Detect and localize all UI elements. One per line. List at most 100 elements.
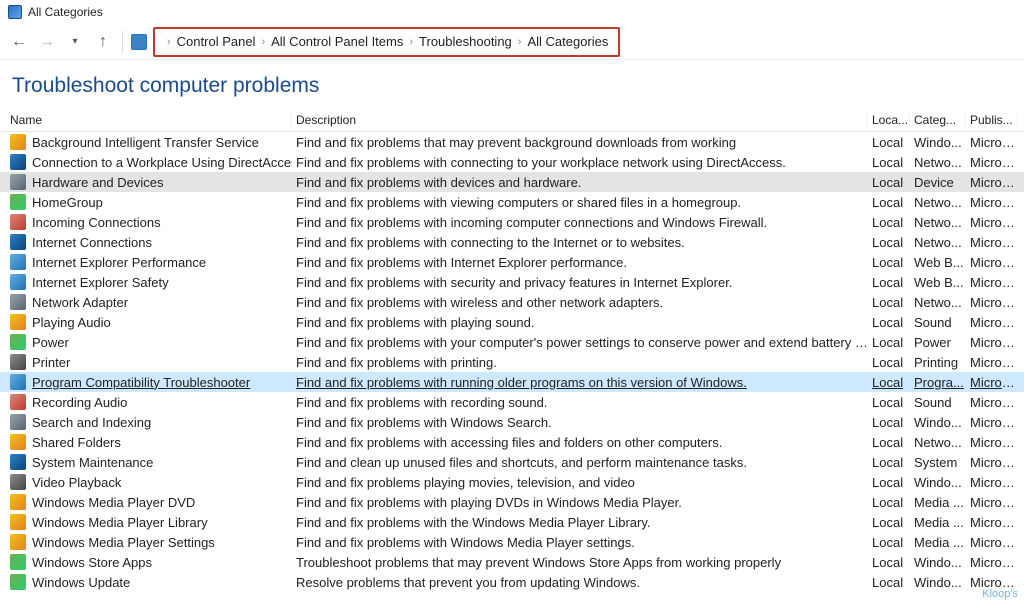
item-publisher: Micros...: [966, 215, 1018, 230]
item-name: Incoming Connections: [32, 215, 161, 230]
list-item[interactable]: Internet ConnectionsFind and fix problem…: [0, 232, 1024, 252]
item-description: Find and fix problems that may prevent b…: [292, 135, 868, 150]
item-category: Web B...: [910, 275, 966, 290]
item-publisher: Micros...: [966, 235, 1018, 250]
item-category: Netwo...: [910, 215, 966, 230]
item-icon: [10, 454, 26, 470]
list-item[interactable]: Windows UpdateResolve problems that prev…: [0, 572, 1024, 592]
app-icon: [8, 5, 22, 19]
col-publisher[interactable]: Publis...: [966, 113, 1018, 127]
breadcrumb-segment[interactable]: All Control Panel Items: [271, 34, 403, 49]
separator: [122, 31, 123, 53]
item-location: Local: [868, 295, 910, 310]
item-category: Netwo...: [910, 155, 966, 170]
item-publisher: Micros...: [966, 395, 1018, 410]
item-description: Find and fix problems with running older…: [292, 375, 868, 390]
troubleshooter-list: Name Description Loca... Categ... Publis…: [0, 108, 1024, 592]
item-name: System Maintenance: [32, 455, 153, 470]
list-item[interactable]: System MaintenanceFind and clean up unus…: [0, 452, 1024, 472]
back-button[interactable]: ←: [8, 31, 30, 53]
item-icon: [10, 214, 26, 230]
list-item[interactable]: PowerFind and fix problems with your com…: [0, 332, 1024, 352]
item-name: Background Intelligent Transfer Service: [32, 135, 259, 150]
item-location: Local: [868, 175, 910, 190]
item-name: Power: [32, 335, 69, 350]
item-name: HomeGroup: [32, 195, 103, 210]
up-button[interactable]: ↑: [92, 31, 114, 53]
watermark: Kloop's: [982, 588, 1018, 600]
item-icon: [10, 294, 26, 310]
list-item[interactable]: Internet Explorer PerformanceFind and fi…: [0, 252, 1024, 272]
arrow-up-icon: ↑: [99, 34, 107, 50]
recent-pages-button[interactable]: ▾: [64, 31, 86, 53]
breadcrumb-segment[interactable]: All Categories: [527, 34, 608, 49]
breadcrumb-segment[interactable]: Control Panel: [177, 34, 256, 49]
item-icon: [10, 194, 26, 210]
list-item[interactable]: Incoming ConnectionsFind and fix problem…: [0, 212, 1024, 232]
item-publisher: Micros...: [966, 195, 1018, 210]
list-item[interactable]: Shared FoldersFind and fix problems with…: [0, 432, 1024, 452]
item-name: Windows Media Player Library: [32, 515, 208, 530]
breadcrumb[interactable]: › Control Panel › All Control Panel Items › T…: [153, 27, 620, 57]
forward-button: →: [36, 31, 58, 53]
item-description: Find and fix problems with the Windows M…: [292, 515, 868, 530]
address-bar-icon[interactable]: [131, 34, 147, 50]
item-icon: [10, 514, 26, 530]
item-category: Windo...: [910, 555, 966, 570]
item-name: Program Compatibility Troubleshooter: [32, 375, 250, 390]
item-category: Netwo...: [910, 435, 966, 450]
item-name: Windows Media Player DVD: [32, 495, 195, 510]
col-category[interactable]: Categ...: [910, 113, 966, 127]
list-item[interactable]: Program Compatibility Troubleshooter Find…: [0, 372, 1024, 392]
item-location: Local: [868, 255, 910, 270]
item-description: Troubleshoot problems that may prevent W…: [292, 555, 868, 570]
list-item[interactable]: Windows Store AppsTroubleshoot problems …: [0, 552, 1024, 572]
item-category: Netwo...: [910, 235, 966, 250]
list-item[interactable]: Video PlaybackFind and fix problems play…: [0, 472, 1024, 492]
list-item[interactable]: Internet Explorer SafetyFind and fix pro…: [0, 272, 1024, 292]
list-item[interactable]: Background Intelligent Transfer Service F…: [0, 132, 1024, 152]
col-description[interactable]: Description: [292, 113, 868, 127]
list-item[interactable]: Hardware and DevicesFind and fix problem…: [0, 172, 1024, 192]
item-category: Windo...: [910, 135, 966, 150]
item-name: Internet Explorer Performance: [32, 255, 206, 270]
item-description: Find and fix problems with security and …: [292, 275, 868, 290]
item-name: Recording Audio: [32, 395, 127, 410]
item-location: Local: [868, 495, 910, 510]
list-item[interactable]: Playing AudioFind and fix problems with …: [0, 312, 1024, 332]
list-item[interactable]: Recording AudioFind and fix problems wit…: [0, 392, 1024, 412]
item-publisher: Micros...: [966, 495, 1018, 510]
item-icon: [10, 414, 26, 430]
chevron-right-icon[interactable]: ›: [409, 36, 413, 48]
list-item[interactable]: Windows Media Player Library Find and fix…: [0, 512, 1024, 532]
list-item[interactable]: HomeGroupFind and fix problems with view…: [0, 192, 1024, 212]
item-icon: [10, 474, 26, 490]
list-item[interactable]: Connection to a Workplace Using DirectAc…: [0, 152, 1024, 172]
item-location: Local: [868, 395, 910, 410]
item-name: Windows Media Player Settings: [32, 535, 215, 550]
col-name[interactable]: Name: [6, 113, 292, 127]
item-icon: [10, 154, 26, 170]
item-publisher: Micros...: [966, 275, 1018, 290]
chevron-right-icon[interactable]: ›: [518, 36, 522, 48]
list-item[interactable]: PrinterFind and fix problems with printi…: [0, 352, 1024, 372]
breadcrumb-segment[interactable]: Troubleshooting: [419, 34, 512, 49]
col-location[interactable]: Loca...: [868, 113, 910, 127]
list-item[interactable]: Windows Media Player SettingsFind and fi…: [0, 532, 1024, 552]
item-icon: [10, 174, 26, 190]
item-publisher: Micros...: [966, 295, 1018, 310]
item-icon: [10, 314, 26, 330]
chevron-right-icon[interactable]: ›: [167, 36, 171, 48]
item-name: Search and Indexing: [32, 415, 151, 430]
item-description: Find and fix problems with Windows Searc…: [292, 415, 868, 430]
list-item[interactable]: Search and Indexing Find and fix problems…: [0, 412, 1024, 432]
item-location: Local: [868, 415, 910, 430]
item-category: Sound: [910, 395, 966, 410]
chevron-right-icon[interactable]: ›: [261, 36, 265, 48]
item-category: Netwo...: [910, 295, 966, 310]
list-item[interactable]: Network AdapterFind and fix problems wit…: [0, 292, 1024, 312]
item-location: Local: [868, 435, 910, 450]
item-category: Windo...: [910, 475, 966, 490]
list-item[interactable]: Windows Media Player DVDFind and fix pro…: [0, 492, 1024, 512]
item-description: Find and fix problems with devices and h…: [292, 175, 868, 190]
